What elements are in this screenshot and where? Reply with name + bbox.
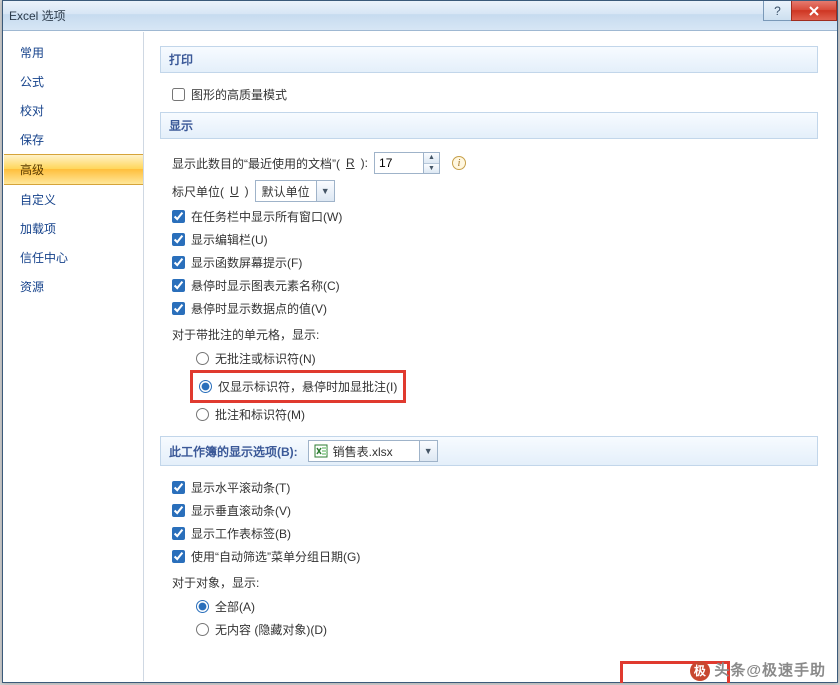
label-objects-none: 无内容 (隐藏对象)(D) bbox=[215, 621, 327, 638]
label-show-hscroll: 显示水平滚动条(T) bbox=[191, 479, 290, 496]
label-recent-docs-post: ): bbox=[361, 156, 368, 170]
label-high-quality-graphics: 图形的高质量模式 bbox=[191, 86, 287, 103]
radio-objects-all[interactable] bbox=[196, 600, 209, 613]
checkbox-show-vscroll[interactable] bbox=[172, 504, 185, 517]
sidebar-item-advanced[interactable]: 高级 bbox=[4, 154, 143, 185]
option-show-function-tooltips: 显示函数屏幕提示(F) bbox=[160, 251, 818, 274]
dropdown-button[interactable]: ▼ bbox=[316, 181, 334, 201]
sidebar-item-save[interactable]: 保存 bbox=[4, 125, 143, 154]
option-objects-none: 无内容 (隐藏对象)(D) bbox=[160, 618, 818, 641]
radio-objects-none[interactable] bbox=[196, 623, 209, 636]
workbook-select[interactable]: 销售表.xlsx ▼ bbox=[308, 440, 438, 462]
option-show-vscroll: 显示垂直滚动条(V) bbox=[160, 499, 818, 522]
label-show-function-tooltips: 显示函数屏幕提示(F) bbox=[191, 254, 302, 271]
option-high-quality-graphics: 图形的高质量模式 bbox=[160, 83, 818, 106]
category-sidebar: 常用 公式 校对 保存 高级 自定义 加载项 信任中心 资源 bbox=[4, 32, 144, 681]
option-show-formula-bar: 显示编辑栏(U) bbox=[160, 228, 818, 251]
sidebar-item-addins[interactable]: 加载项 bbox=[4, 214, 143, 243]
label-ruler-units-pre: 标尺单位( bbox=[172, 183, 224, 200]
label-comment-none: 无批注或标识符(N) bbox=[215, 350, 316, 367]
label-show-sheet-tabs: 显示工作表标签(B) bbox=[191, 525, 291, 542]
excel-options-dialog: Excel 选项 ? 常用 公式 校对 保存 高级 自定义 加载项 信任中心 资… bbox=[2, 0, 838, 683]
option-objects-all: 全部(A) bbox=[160, 595, 818, 618]
sidebar-item-resources[interactable]: 资源 bbox=[4, 272, 143, 301]
label-recent-docs-key: R bbox=[346, 156, 355, 170]
sidebar-item-popular[interactable]: 常用 bbox=[4, 38, 143, 67]
excel-file-icon bbox=[313, 443, 329, 459]
option-comment-none: 无批注或标识符(N) bbox=[160, 347, 818, 370]
section-print-header: 打印 bbox=[160, 46, 818, 73]
help-button[interactable]: ? bbox=[763, 1, 791, 21]
label-ruler-units-post: ) bbox=[245, 184, 249, 198]
titlebar: Excel 选项 ? bbox=[3, 1, 837, 31]
checkbox-high-quality-graphics[interactable] bbox=[172, 88, 185, 101]
checkbox-show-function-tooltips[interactable] bbox=[172, 256, 185, 269]
watermark: 极头条@极速手助 bbox=[690, 659, 826, 681]
options-panel[interactable]: 打印 图形的高质量模式 显示 显示此数目的“最近使用的文档”( R): ▲ ▼ i bbox=[144, 32, 836, 681]
workbook-dropdown-button[interactable]: ▼ bbox=[419, 441, 437, 461]
option-show-hscroll: 显示水平滚动条(T) bbox=[160, 476, 818, 499]
ruler-units-value: 默认单位 bbox=[256, 183, 316, 200]
option-recent-docs: 显示此数目的“最近使用的文档”( R): ▲ ▼ i bbox=[160, 149, 818, 177]
option-show-sheet-tabs: 显示工作表标签(B) bbox=[160, 522, 818, 545]
dialog-content: 常用 公式 校对 保存 高级 自定义 加载项 信任中心 资源 打印 图形的高质量… bbox=[4, 32, 836, 681]
sidebar-item-proofing[interactable]: 校对 bbox=[4, 96, 143, 125]
label-autofilter-group-dates: 使用“自动筛选”菜单分组日期(G) bbox=[191, 548, 360, 565]
close-icon bbox=[808, 5, 820, 17]
close-button[interactable] bbox=[791, 1, 837, 21]
window-controls: ? bbox=[763, 1, 837, 21]
section-display-header: 显示 bbox=[160, 112, 818, 139]
option-comment-indicator: 仅显示标识符，悬停时加显批注(I) bbox=[193, 375, 397, 398]
watermark-avatar-icon: 极 bbox=[690, 661, 710, 681]
info-icon[interactable]: i bbox=[452, 156, 466, 170]
label-comment-and-indicator: 批注和标识符(M) bbox=[215, 406, 305, 423]
option-autofilter-group-dates: 使用“自动筛选”菜单分组日期(G) bbox=[160, 545, 818, 568]
checkbox-show-all-windows[interactable] bbox=[172, 210, 185, 223]
highlight-comment-indicator: 仅显示标识符，悬停时加显批注(I) bbox=[190, 370, 406, 403]
sidebar-item-customize[interactable]: 自定义 bbox=[4, 185, 143, 214]
radio-comment-none[interactable] bbox=[196, 352, 209, 365]
checkbox-hover-datapoint-values[interactable] bbox=[172, 302, 185, 315]
spin-down-button[interactable]: ▼ bbox=[424, 164, 439, 174]
option-comment-and-indicator: 批注和标识符(M) bbox=[160, 403, 818, 426]
checkbox-show-hscroll[interactable] bbox=[172, 481, 185, 494]
label-hover-chart-names: 悬停时显示图表元素名称(C) bbox=[191, 277, 340, 294]
label-ruler-units-key: U bbox=[230, 184, 239, 198]
label-objects-all: 全部(A) bbox=[215, 598, 255, 615]
ruler-units-select[interactable]: 默认单位 ▼ bbox=[255, 180, 335, 202]
sidebar-item-trust-center[interactable]: 信任中心 bbox=[4, 243, 143, 272]
label-show-vscroll: 显示垂直滚动条(V) bbox=[191, 502, 291, 519]
radio-comment-indicator[interactable] bbox=[199, 380, 212, 393]
radio-comment-and-indicator[interactable] bbox=[196, 408, 209, 421]
section-workbook-display-header: 此工作簿的显示选项(B): 销售表.xlsx ▼ bbox=[160, 436, 818, 466]
checkbox-hover-chart-names[interactable] bbox=[172, 279, 185, 292]
label-show-all-windows: 在任务栏中显示所有窗口(W) bbox=[191, 208, 342, 225]
label-show-formula-bar: 显示编辑栏(U) bbox=[191, 231, 268, 248]
comments-group-label: 对于带批注的单元格，显示: bbox=[160, 320, 818, 347]
recent-docs-input[interactable] bbox=[375, 153, 423, 173]
spin-up-button[interactable]: ▲ bbox=[424, 153, 439, 164]
option-ruler-units: 标尺单位( U) 默认单位 ▼ bbox=[160, 177, 818, 205]
option-show-all-windows: 在任务栏中显示所有窗口(W) bbox=[160, 205, 818, 228]
label-recent-docs-pre: 显示此数目的“最近使用的文档”( bbox=[172, 155, 340, 172]
checkbox-show-formula-bar[interactable] bbox=[172, 233, 185, 246]
label-comment-indicator: 仅显示标识符，悬停时加显批注(I) bbox=[218, 378, 397, 395]
option-hover-chart-names: 悬停时显示图表元素名称(C) bbox=[160, 274, 818, 297]
checkbox-show-sheet-tabs[interactable] bbox=[172, 527, 185, 540]
objects-group-label: 对于对象，显示: bbox=[160, 568, 818, 595]
option-hover-datapoint-values: 悬停时显示数据点的值(V) bbox=[160, 297, 818, 320]
window-title: Excel 选项 bbox=[9, 7, 66, 24]
label-hover-datapoint-values: 悬停时显示数据点的值(V) bbox=[191, 300, 327, 317]
workbook-name: 销售表.xlsx bbox=[333, 443, 419, 460]
recent-docs-spinner: ▲ ▼ bbox=[374, 152, 440, 174]
workbook-header-label: 此工作簿的显示选项(B): bbox=[169, 443, 298, 460]
sidebar-item-formulas[interactable]: 公式 bbox=[4, 67, 143, 96]
checkbox-autofilter-group-dates[interactable] bbox=[172, 550, 185, 563]
